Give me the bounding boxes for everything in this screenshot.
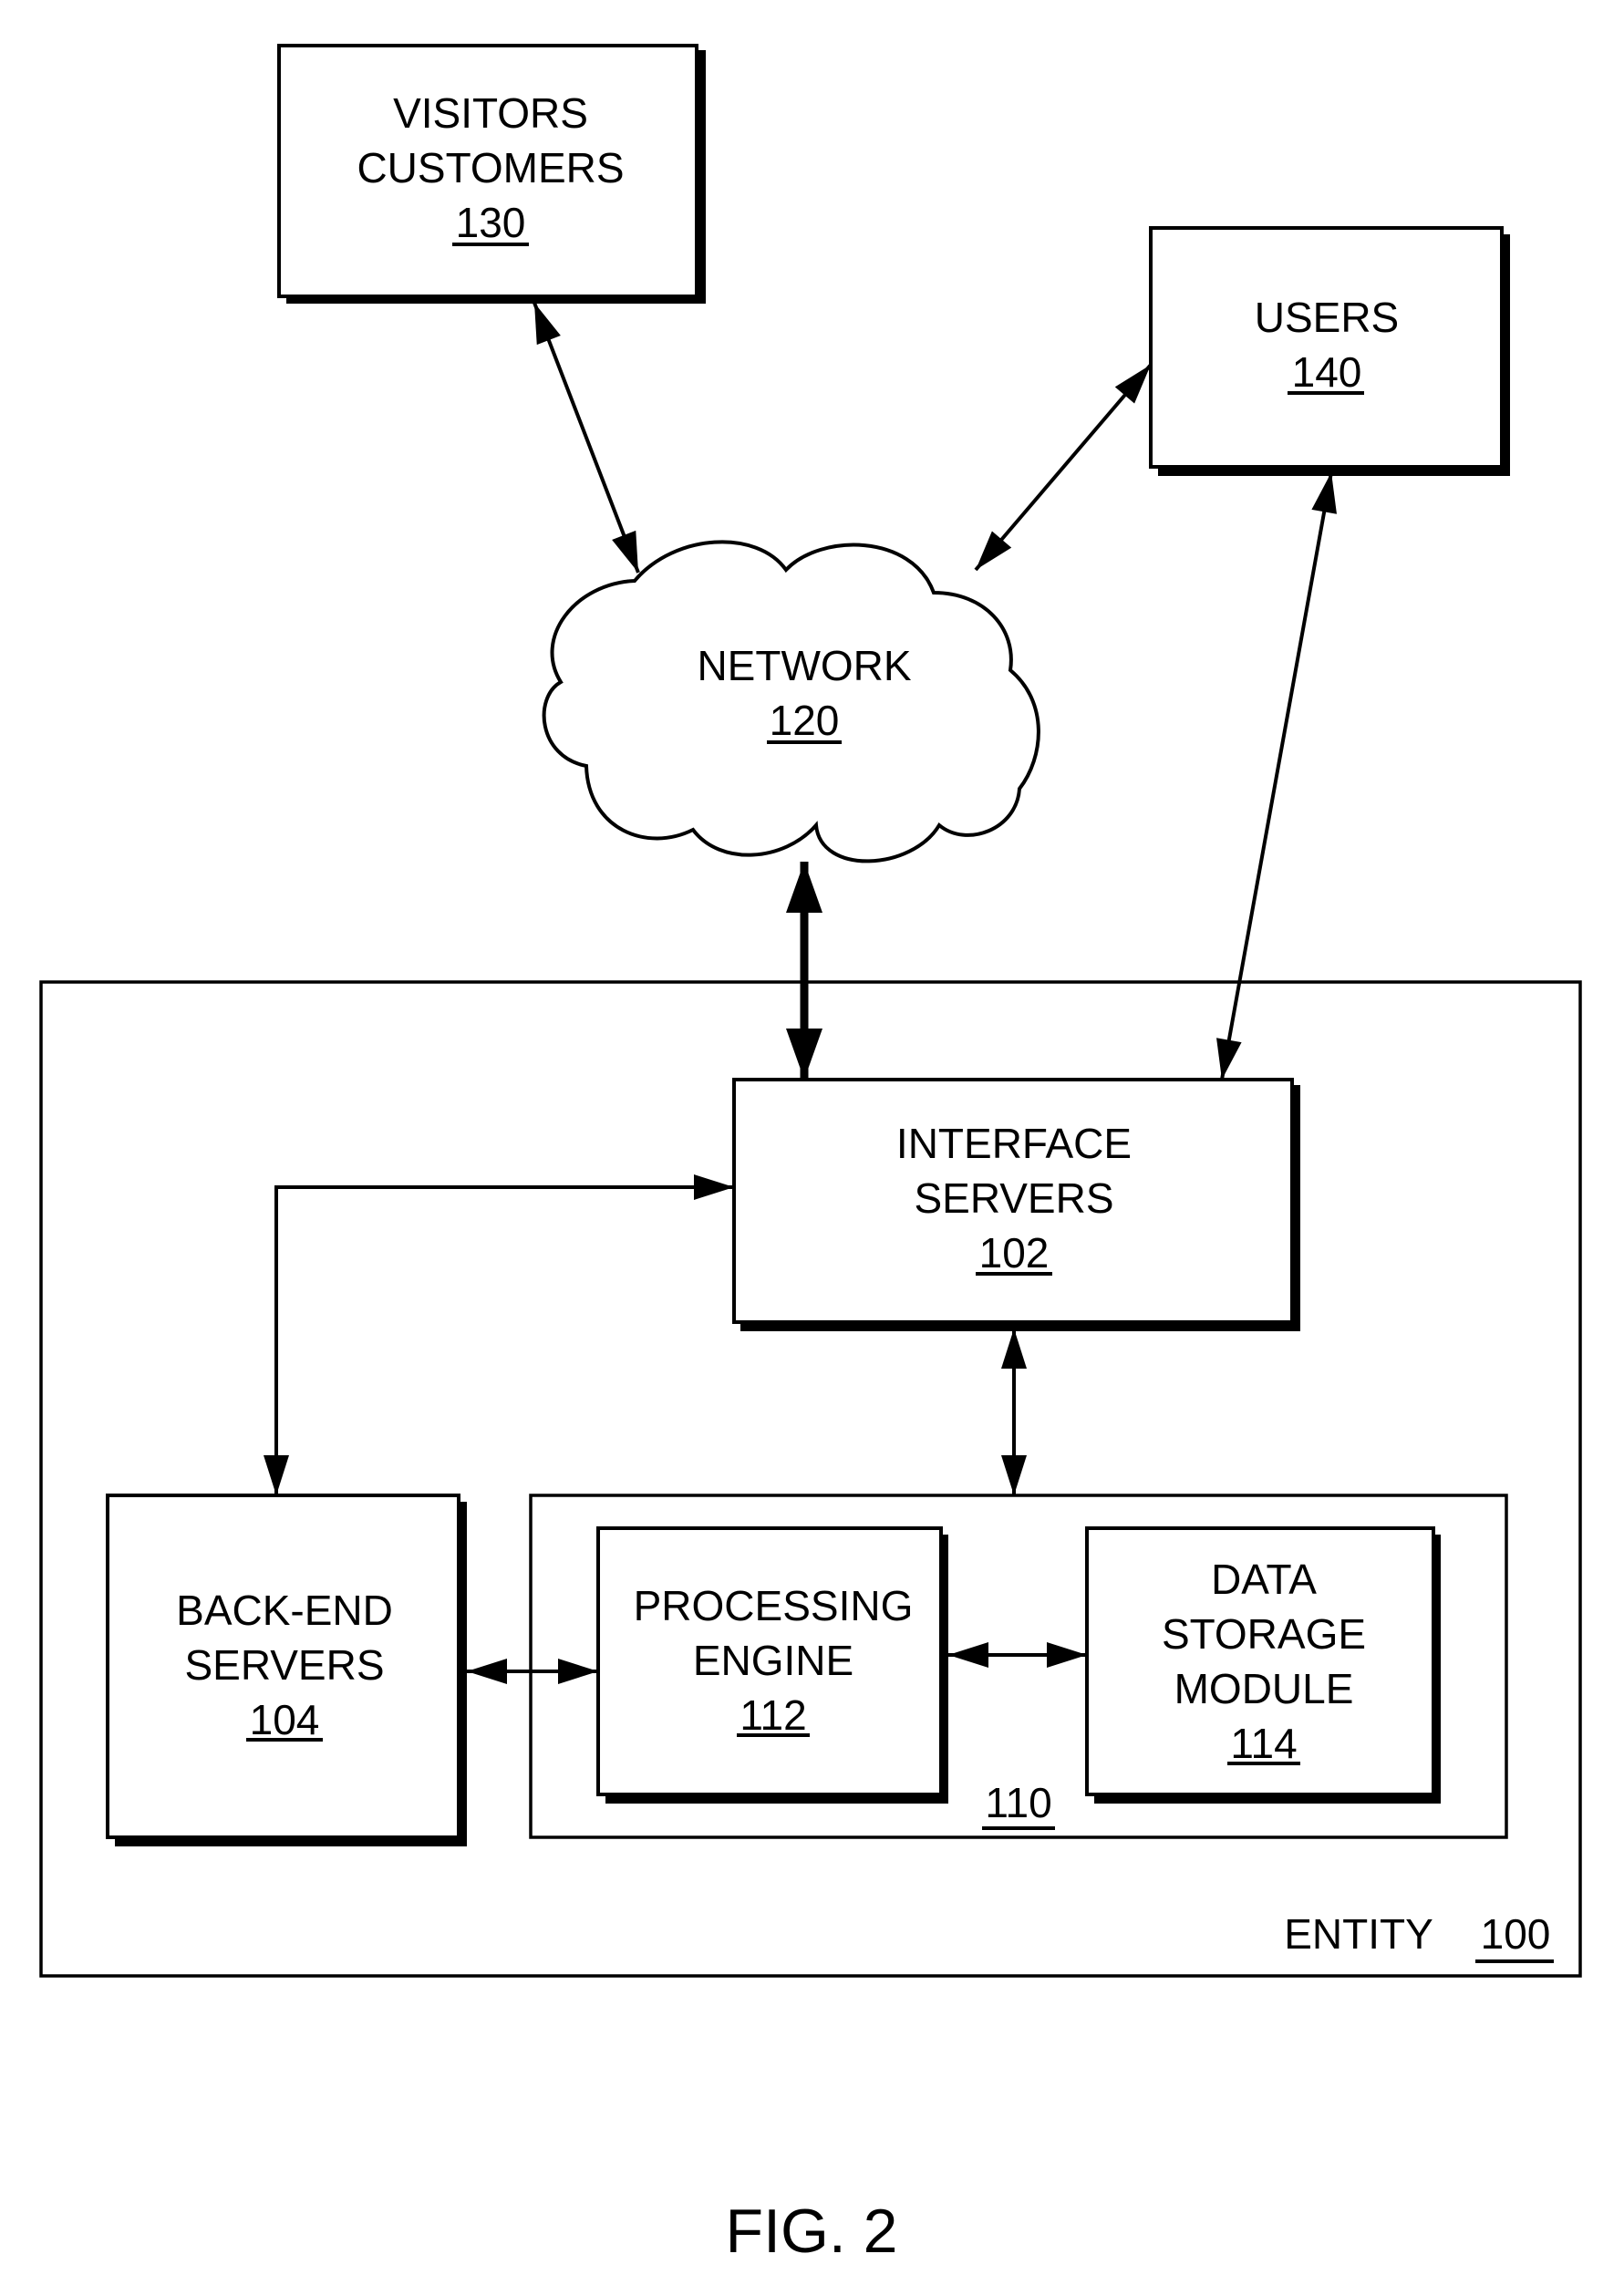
entity-ref: 100 — [1481, 1910, 1551, 1958]
patent-figure: ENTITY 100 110 VISITORS CUSTOMERS 130 US… — [39, 44, 1582, 2266]
storage-label-line3: MODULE — [1174, 1665, 1354, 1712]
arrowhead-visitors — [534, 303, 561, 346]
processing-ref: 112 — [740, 1691, 806, 1739]
network-cloud[interactable]: NETWORK 120 — [542, 540, 1040, 863]
arrowhead-processing_engine — [948, 1642, 988, 1668]
processing-label-line1: PROCESSING — [634, 1582, 914, 1629]
arrowhead-interface_servers — [1216, 1038, 1242, 1080]
backend-label-line1: BACK-END — [176, 1587, 393, 1634]
arrowhead-users — [1311, 472, 1337, 514]
storage-label-line1: DATA — [1211, 1556, 1317, 1603]
storage-label-line2: STORAGE — [1162, 1610, 1366, 1658]
users-box[interactable]: USERS 140 — [1149, 226, 1510, 476]
arrowhead-network — [786, 862, 822, 913]
arrowhead-data_storage — [1047, 1642, 1087, 1668]
connector-users-network — [974, 363, 1153, 572]
arrowhead-interface_servers — [1001, 1329, 1027, 1369]
connector-interface_servers-backend_servers — [274, 1185, 734, 1495]
arrowhead-interface_servers — [786, 1029, 822, 1080]
arrowhead-backend_servers — [264, 1455, 289, 1495]
visitors-label-line1: VISITORS — [393, 89, 588, 137]
visitors-ref: 130 — [456, 199, 526, 246]
visitors-label-line2: CUSTOMERS — [357, 144, 624, 191]
interface-label-line1: INTERFACE — [896, 1120, 1132, 1167]
users-ref: 140 — [1292, 348, 1362, 396]
data-storage-box[interactable]: DATA STORAGE MODULE 114 — [1085, 1526, 1441, 1804]
processing-engine-box[interactable]: PROCESSING ENGINE 112 — [596, 1526, 948, 1804]
users-label: USERS — [1255, 294, 1399, 341]
backend-servers-box[interactable]: BACK-END SERVERS 104 — [106, 1494, 467, 1846]
network-ref: 120 — [770, 697, 840, 744]
subsystem-ref: 110 — [985, 1779, 1051, 1826]
interface-servers-box[interactable]: INTERFACE SERVERS 102 — [732, 1078, 1300, 1331]
interface-label-line2: SERVERS — [914, 1174, 1113, 1222]
arrowhead-network — [612, 530, 638, 573]
connector-users-interface_servers — [1220, 471, 1333, 1080]
arrowhead-backend_servers — [467, 1659, 507, 1684]
interface-ref: 102 — [979, 1229, 1050, 1277]
backend-ref: 104 — [250, 1696, 320, 1743]
arrowhead-interface_servers — [694, 1174, 734, 1200]
arrowhead-subsystem — [1001, 1455, 1027, 1495]
visitors-customers-box[interactable]: VISITORS CUSTOMERS 130 — [277, 44, 706, 304]
connectors — [264, 302, 1337, 1684]
processing-label-line2: ENGINE — [693, 1637, 853, 1684]
entity-label: ENTITY — [1284, 1910, 1433, 1958]
storage-ref: 114 — [1230, 1720, 1297, 1767]
network-label: NETWORK — [697, 642, 911, 689]
connector-visitors-network — [533, 302, 640, 574]
backend-label-line2: SERVERS — [184, 1641, 384, 1689]
arrowhead-processing_engine — [558, 1659, 598, 1684]
figure-caption: FIG. 2 — [726, 2197, 898, 2266]
